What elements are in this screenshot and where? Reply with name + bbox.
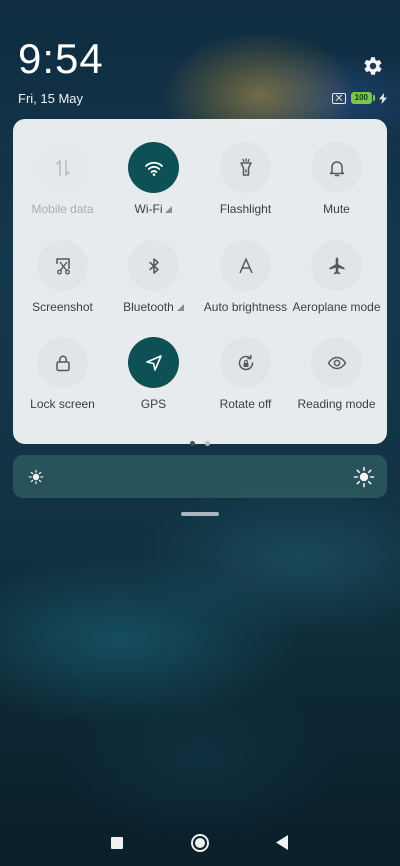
airplane-icon (329, 257, 344, 274)
quick-settings-panel: Mobile data Wi-Fi Flashlight Mute Screen… (13, 119, 387, 444)
page-dot-active[interactable] (190, 441, 195, 446)
flashlight-icon (239, 157, 252, 176)
tile-label: Reading mode (297, 397, 376, 411)
screenshot-icon (55, 257, 70, 274)
tile-label: Screenshot (32, 300, 93, 314)
brightness-high-icon (353, 466, 375, 488)
brightness-slider[interactable] (13, 455, 387, 498)
tile-lock-screen[interactable]: Lock screen (16, 337, 109, 411)
page-dot[interactable] (205, 441, 210, 446)
back-icon[interactable] (276, 835, 288, 850)
tile-label: Mobile data (31, 202, 94, 216)
signal-indicator-icon (165, 206, 173, 213)
tile-rotate[interactable]: Rotate off (199, 337, 292, 411)
reading-mode-toggle[interactable] (311, 337, 362, 388)
lock-icon (55, 355, 70, 371)
system-status-icons: 100 (331, 91, 387, 105)
aeroplane-mode-toggle[interactable] (311, 240, 362, 291)
mobile-data-toggle[interactable] (37, 142, 88, 193)
wifi-icon (144, 161, 163, 176)
tile-bluetooth[interactable]: Bluetooth (107, 240, 200, 314)
tile-gps[interactable]: GPS (107, 337, 200, 411)
recents-icon[interactable] (111, 837, 123, 849)
auto-brightness-icon (238, 257, 253, 273)
tile-label: Auto brightness (203, 300, 288, 314)
tile-flashlight[interactable]: Flashlight (199, 142, 292, 216)
tile-label: Rotate off (219, 397, 272, 411)
tile-label-wrap: Wi-Fi (107, 202, 200, 216)
screenshot-toggle[interactable] (37, 240, 88, 291)
charging-bolt-icon (379, 92, 387, 104)
brightness-low-icon (28, 469, 44, 485)
signal-indicator-icon (176, 304, 184, 311)
tile-mute[interactable]: Mute (290, 142, 383, 216)
mobile-data-icon (55, 159, 70, 176)
tile-mobile-data[interactable]: Mobile data (16, 142, 109, 216)
battery-indicator: 100 (350, 92, 376, 104)
bluetooth-icon (148, 257, 159, 274)
rotate-lock-icon (238, 354, 253, 370)
tile-label: Bluetooth (123, 300, 174, 314)
date-label[interactable]: Fri, 15 May (18, 91, 83, 107)
tile-label: Wi-Fi (134, 202, 163, 216)
tile-label: Lock screen (30, 397, 95, 411)
tile-wifi[interactable]: Wi-Fi (107, 142, 200, 216)
wifi-toggle[interactable] (128, 142, 179, 193)
bluetooth-toggle[interactable] (128, 240, 179, 291)
gear-icon[interactable] (360, 54, 384, 78)
tile-label: Flashlight (219, 202, 272, 216)
tile-label: Aeroplane mode (292, 300, 381, 314)
flashlight-toggle[interactable] (220, 142, 271, 193)
mute-toggle[interactable] (311, 142, 362, 193)
page-indicator (0, 433, 400, 451)
tile-label-wrap: Bluetooth (107, 300, 200, 314)
lock-screen-toggle[interactable] (37, 337, 88, 388)
tile-reading-mode[interactable]: Reading mode (290, 337, 383, 411)
tile-auto-brightness[interactable]: Auto brightness (199, 240, 292, 314)
bell-icon (329, 160, 344, 176)
rotate-toggle[interactable] (220, 337, 271, 388)
location-arrow-icon (145, 354, 162, 371)
home-icon[interactable] (191, 834, 209, 852)
no-sim-icon (331, 92, 346, 104)
gps-toggle[interactable] (128, 337, 179, 388)
eye-icon (327, 356, 346, 369)
tile-aeroplane-mode[interactable]: Aeroplane mode (290, 240, 383, 314)
tile-label: GPS (140, 397, 167, 411)
tile-label: Mute (323, 202, 350, 216)
tile-screenshot[interactable]: Screenshot (16, 240, 109, 314)
panel-drag-handle[interactable] (181, 512, 219, 516)
auto-brightness-toggle[interactable] (220, 240, 271, 291)
clock-time[interactable]: 9:54 (18, 36, 104, 82)
